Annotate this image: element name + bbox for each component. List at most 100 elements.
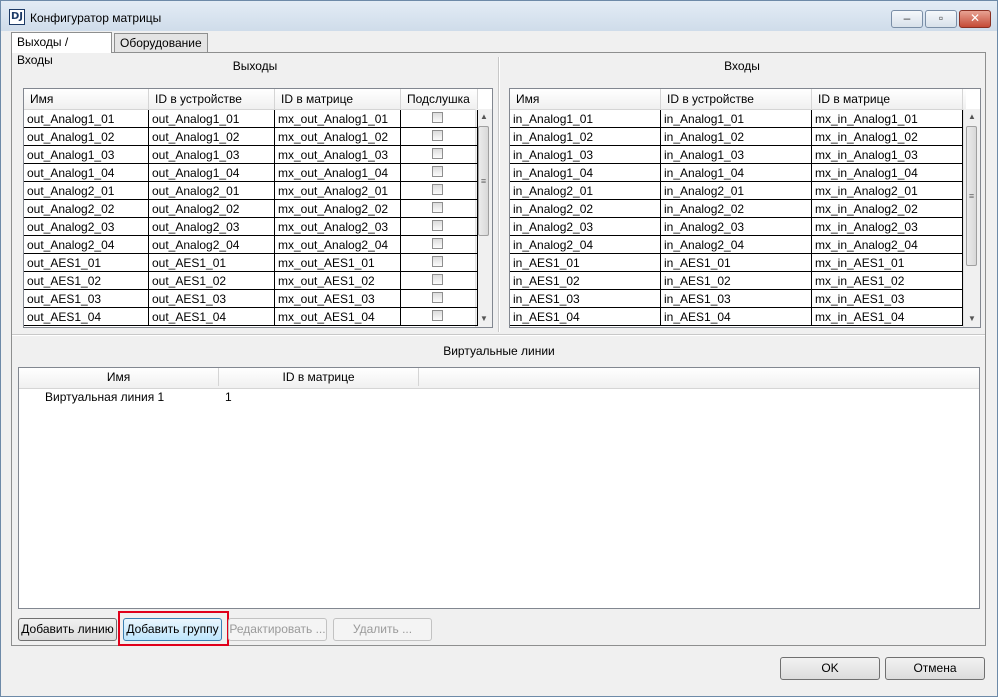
table-cell[interactable]: in_Analog1_02 xyxy=(510,128,661,146)
table-cell[interactable]: in_AES1_04 xyxy=(661,308,812,326)
monitor-checkbox[interactable] xyxy=(432,292,443,303)
table-cell[interactable]: out_AES1_01 xyxy=(149,254,275,272)
monitor-checkbox[interactable] xyxy=(432,256,443,267)
inputs-table[interactable]: Имя ID в устройстве ID в матрице ▲ ≡ ▼ i… xyxy=(509,88,981,328)
maximize-button[interactable]: ▫ xyxy=(925,10,957,28)
monitor-checkbox[interactable] xyxy=(432,148,443,159)
table-cell[interactable]: out_Analog1_04 xyxy=(149,164,275,182)
table-cell[interactable]: in_Analog1_02 xyxy=(661,128,812,146)
table-cell[interactable]: mx_out_AES1_04 xyxy=(275,308,401,326)
table-cell[interactable]: in_AES1_01 xyxy=(510,254,661,272)
monitor-checkbox[interactable] xyxy=(432,310,443,321)
table-cell[interactable]: mx_out_Analog2_03 xyxy=(275,218,401,236)
table-cell[interactable]: out_AES1_02 xyxy=(149,272,275,290)
table-cell[interactable]: out_Analog1_04 xyxy=(24,164,149,182)
table-cell[interactable]: in_Analog2_01 xyxy=(661,182,812,200)
minimize-button[interactable]: – xyxy=(891,10,923,28)
table-cell[interactable]: mx_out_Analog1_01 xyxy=(275,110,401,128)
table-cell[interactable]: mx_out_Analog1_02 xyxy=(275,128,401,146)
table-cell[interactable]: in_Analog2_04 xyxy=(661,236,812,254)
virtual-line-matrix-id[interactable]: 1 xyxy=(225,388,232,406)
table-cell[interactable]: mx_out_Analog1_04 xyxy=(275,164,401,182)
scroll-up-icon[interactable]: ▲ xyxy=(476,109,492,125)
table-cell[interactable]: out_AES1_02 xyxy=(24,272,149,290)
virtual-col-matrix-id[interactable]: ID в матрице xyxy=(219,368,419,386)
table-cell[interactable]: out_AES1_04 xyxy=(24,308,149,326)
table-cell[interactable]: out_AES1_03 xyxy=(24,290,149,308)
outputs-col-matrix-id[interactable]: ID в матрице xyxy=(275,89,401,109)
table-cell[interactable]: mx_in_AES1_01 xyxy=(812,254,963,272)
table-cell[interactable]: out_Analog1_03 xyxy=(149,146,275,164)
table-cell[interactable]: in_Analog1_01 xyxy=(661,110,812,128)
table-cell[interactable]: mx_in_Analog1_02 xyxy=(812,128,963,146)
monitor-checkbox[interactable] xyxy=(432,112,443,123)
table-cell[interactable]: in_Analog2_03 xyxy=(510,218,661,236)
scroll-down-icon[interactable]: ▼ xyxy=(964,311,980,327)
table-cell[interactable]: mx_in_Analog1_01 xyxy=(812,110,963,128)
scroll-thumb[interactable]: ≡ xyxy=(478,126,489,236)
table-cell[interactable]: out_AES1_03 xyxy=(149,290,275,308)
table-cell[interactable]: out_Analog2_04 xyxy=(149,236,275,254)
table-cell[interactable]: out_Analog2_02 xyxy=(149,200,275,218)
table-cell[interactable]: out_Analog2_03 xyxy=(149,218,275,236)
ok-button[interactable]: OK xyxy=(780,657,880,680)
table-cell[interactable]: in_Analog2_03 xyxy=(661,218,812,236)
virtual-lines-list[interactable]: Имя ID в матрице Виртуальная линия 1 1 xyxy=(18,367,980,609)
table-cell[interactable]: out_Analog2_03 xyxy=(24,218,149,236)
table-cell[interactable]: out_Analog1_01 xyxy=(24,110,149,128)
table-cell[interactable]: mx_out_Analog2_02 xyxy=(275,200,401,218)
add-line-button[interactable]: Добавить линию xyxy=(18,618,117,641)
close-button[interactable]: ✕ xyxy=(959,10,991,28)
monitor-checkbox[interactable] xyxy=(432,184,443,195)
scroll-up-icon[interactable]: ▲ xyxy=(964,109,980,125)
table-cell[interactable]: in_Analog1_01 xyxy=(510,110,661,128)
title-bar[interactable]: DJ Конфигуратор матрицы – ▫ ✕ xyxy=(1,1,997,31)
table-cell[interactable]: out_AES1_04 xyxy=(149,308,275,326)
outputs-col-name[interactable]: Имя xyxy=(24,89,149,109)
table-cell[interactable]: out_Analog1_02 xyxy=(24,128,149,146)
scroll-thumb[interactable]: ≡ xyxy=(966,126,977,266)
delete-button[interactable]: Удалить ... xyxy=(333,618,432,641)
table-cell[interactable]: in_Analog2_01 xyxy=(510,182,661,200)
tab-outputs-inputs[interactable]: Выходы / Входы xyxy=(11,32,112,67)
table-cell[interactable]: in_AES1_03 xyxy=(510,290,661,308)
table-cell[interactable]: in_AES1_02 xyxy=(510,272,661,290)
monitor-checkbox[interactable] xyxy=(432,166,443,177)
inputs-col-device-id[interactable]: ID в устройстве xyxy=(661,89,812,109)
table-cell[interactable]: in_AES1_03 xyxy=(661,290,812,308)
table-cell[interactable]: mx_out_Analog2_04 xyxy=(275,236,401,254)
monitor-checkbox[interactable] xyxy=(432,238,443,249)
table-cell[interactable]: mx_in_Analog2_01 xyxy=(812,182,963,200)
scroll-down-icon[interactable]: ▼ xyxy=(476,311,492,327)
table-cell[interactable]: out_Analog2_04 xyxy=(24,236,149,254)
cancel-button[interactable]: Отмена xyxy=(885,657,985,680)
table-cell[interactable]: mx_in_AES1_03 xyxy=(812,290,963,308)
table-cell[interactable]: out_Analog1_02 xyxy=(149,128,275,146)
table-cell[interactable]: out_Analog2_01 xyxy=(24,182,149,200)
table-cell[interactable]: mx_in_Analog1_03 xyxy=(812,146,963,164)
monitor-checkbox[interactable] xyxy=(432,220,443,231)
monitor-checkbox[interactable] xyxy=(432,274,443,285)
inputs-scrollbar[interactable]: ▲ ≡ ▼ xyxy=(963,109,980,327)
outputs-col-device-id[interactable]: ID в устройстве xyxy=(149,89,275,109)
table-cell[interactable]: mx_in_Analog2_02 xyxy=(812,200,963,218)
table-cell[interactable]: in_AES1_04 xyxy=(510,308,661,326)
table-cell[interactable]: in_AES1_02 xyxy=(661,272,812,290)
table-cell[interactable]: in_AES1_01 xyxy=(661,254,812,272)
table-cell[interactable]: mx_in_Analog2_04 xyxy=(812,236,963,254)
inputs-col-matrix-id[interactable]: ID в матрице xyxy=(812,89,963,109)
table-cell[interactable]: mx_out_Analog1_03 xyxy=(275,146,401,164)
table-cell[interactable]: out_Analog2_02 xyxy=(24,200,149,218)
table-cell[interactable]: in_Analog1_03 xyxy=(661,146,812,164)
table-cell[interactable]: mx_out_AES1_02 xyxy=(275,272,401,290)
monitor-checkbox[interactable] xyxy=(432,130,443,141)
outputs-table[interactable]: Имя ID в устройстве ID в матрице Подслуш… xyxy=(23,88,493,328)
table-cell[interactable]: mx_in_AES1_02 xyxy=(812,272,963,290)
tab-equipment[interactable]: Оборудование xyxy=(114,33,208,52)
table-cell[interactable]: in_Analog1_04 xyxy=(510,164,661,182)
table-cell[interactable]: in_Analog1_03 xyxy=(510,146,661,164)
inputs-col-name[interactable]: Имя xyxy=(510,89,661,109)
table-cell[interactable]: mx_out_Analog2_01 xyxy=(275,182,401,200)
table-cell[interactable]: out_AES1_01 xyxy=(24,254,149,272)
table-cell[interactable]: in_Analog1_04 xyxy=(661,164,812,182)
